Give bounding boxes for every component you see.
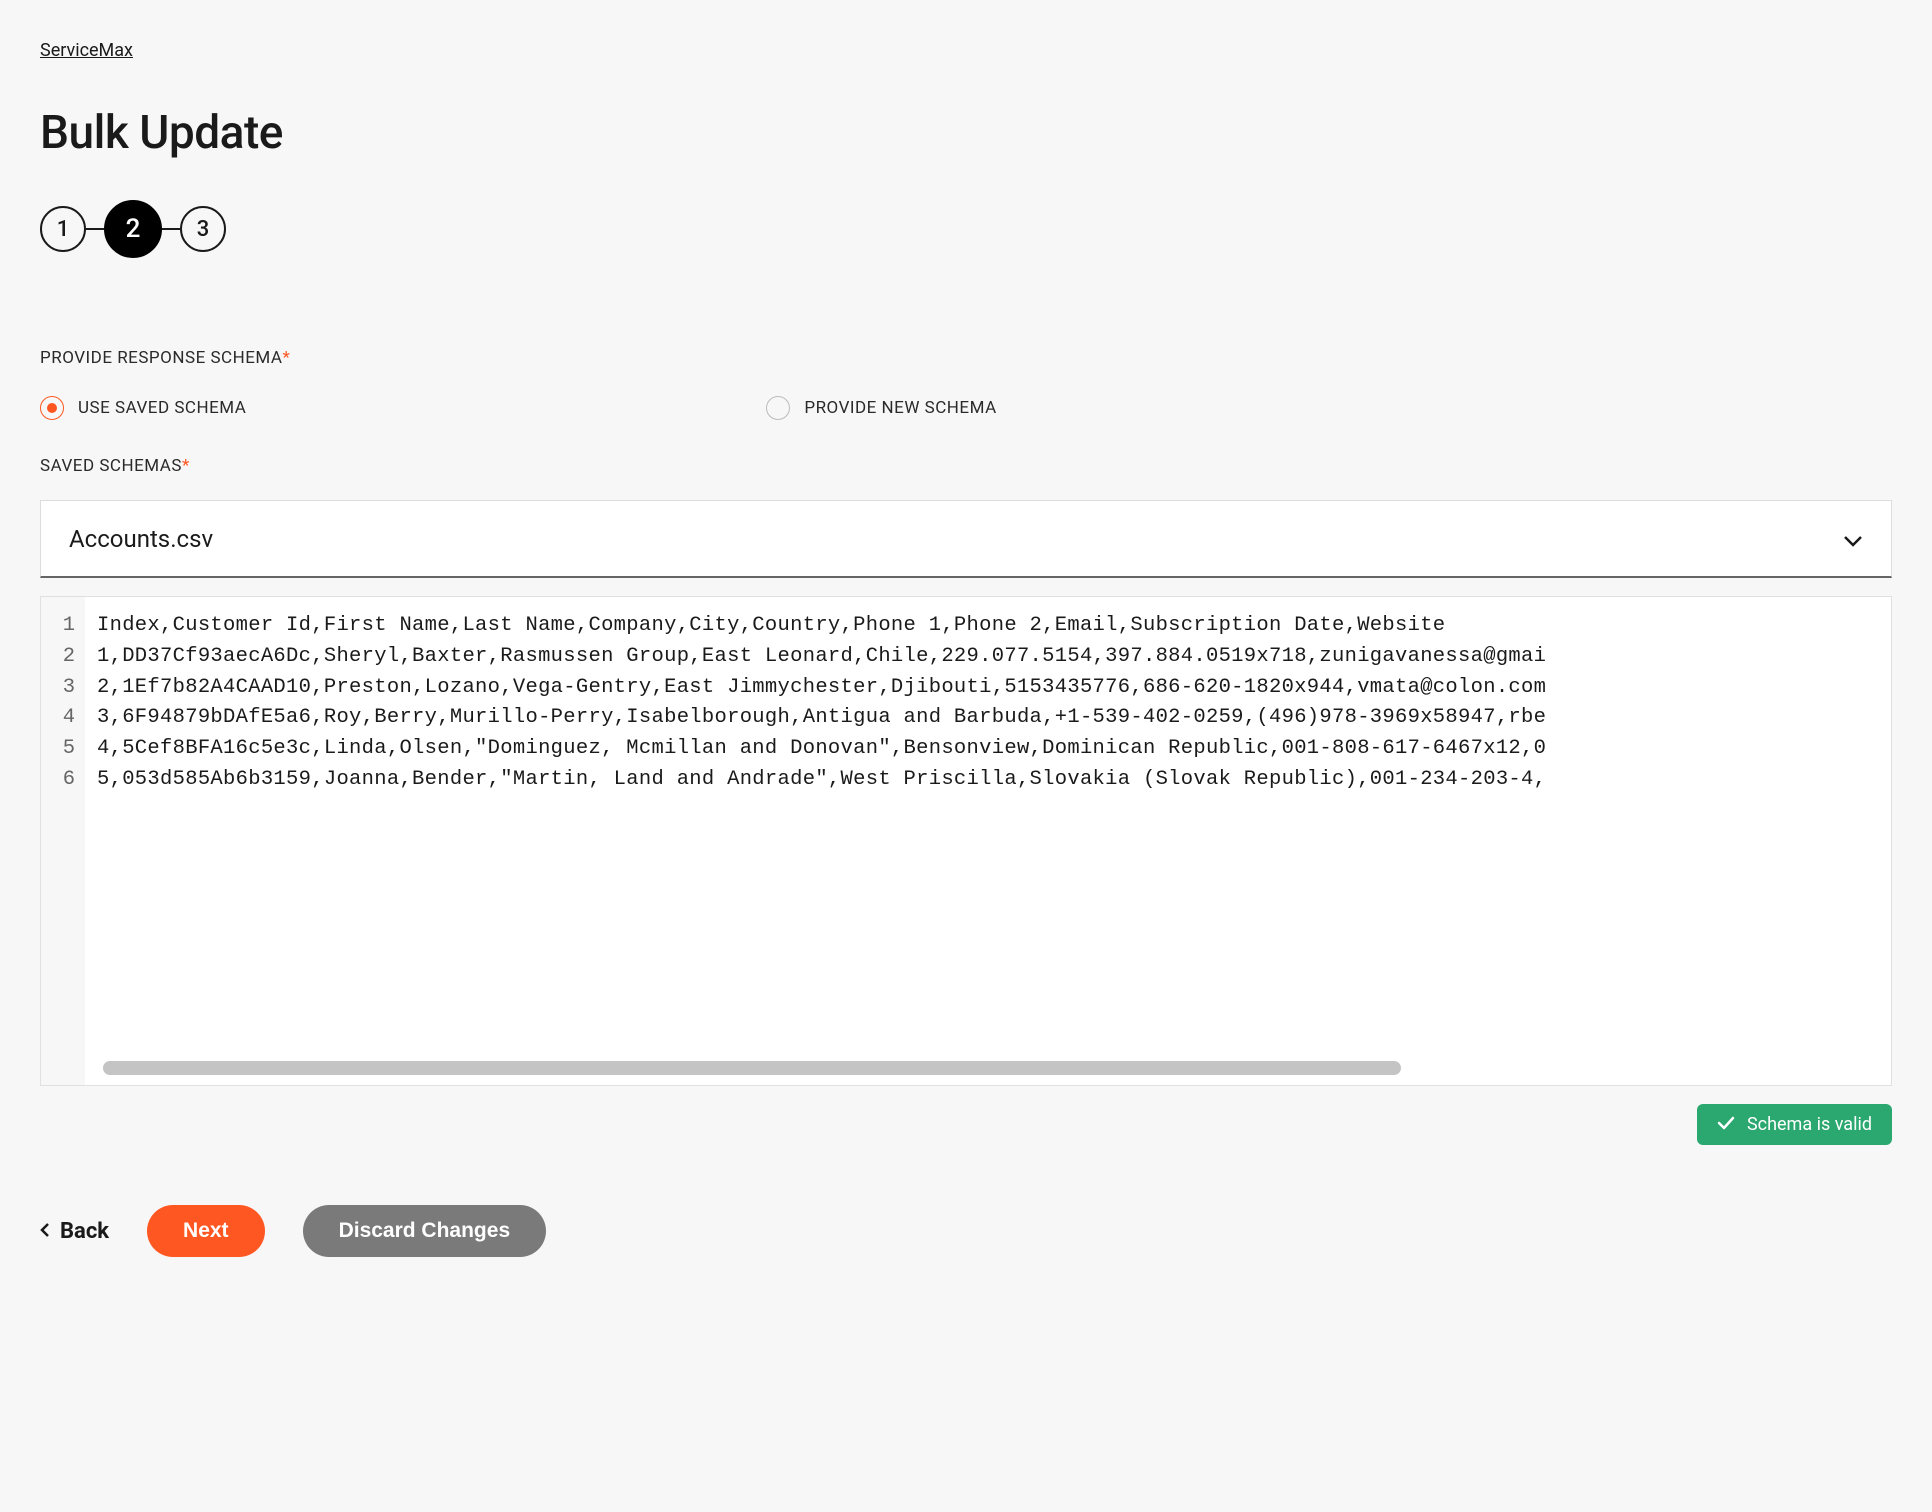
page-title: Bulk Update bbox=[40, 106, 1892, 160]
arrow-left-icon bbox=[40, 1219, 50, 1244]
line-number: 5 bbox=[59, 734, 75, 765]
check-icon bbox=[1717, 1114, 1735, 1135]
step-2[interactable]: 2 bbox=[104, 200, 162, 258]
schema-radio-group: USE SAVED SCHEMA PROVIDE NEW SCHEMA bbox=[40, 396, 1892, 420]
line-number: 3 bbox=[59, 673, 75, 704]
line-number: 6 bbox=[59, 765, 75, 796]
line-number: 4 bbox=[59, 703, 75, 734]
breadcrumb-link[interactable]: ServiceMax bbox=[40, 40, 133, 61]
back-button[interactable]: Back bbox=[40, 1219, 109, 1244]
stepper: 1 2 3 bbox=[40, 200, 1892, 258]
saved-schema-select[interactable]: Accounts.csv bbox=[40, 500, 1892, 578]
radio-provide-new-schema[interactable]: PROVIDE NEW SCHEMA bbox=[766, 396, 996, 420]
discard-changes-button[interactable]: Discard Changes bbox=[303, 1205, 547, 1257]
scrollbar-thumb[interactable] bbox=[103, 1061, 1401, 1075]
radio-icon bbox=[40, 396, 64, 420]
code-content[interactable]: Index,Customer Id,First Name,Last Name,C… bbox=[85, 597, 1891, 1085]
radio-label: USE SAVED SCHEMA bbox=[78, 398, 246, 418]
required-asterisk: * bbox=[182, 456, 190, 476]
line-numbers-gutter: 1 2 3 4 5 6 bbox=[41, 597, 85, 1085]
saved-schema-select-wrapper: Accounts.csv bbox=[40, 500, 1892, 578]
step-connector bbox=[86, 228, 104, 230]
validation-badge: Schema is valid bbox=[1697, 1104, 1892, 1145]
horizontal-scrollbar[interactable] bbox=[103, 1061, 1881, 1075]
footer-buttons: Back Next Discard Changes bbox=[40, 1205, 1892, 1257]
code-editor[interactable]: 1 2 3 4 5 6 Index,Customer Id,First Name… bbox=[40, 596, 1892, 1086]
radio-use-saved-schema[interactable]: USE SAVED SCHEMA bbox=[40, 396, 246, 420]
schema-section-label: PROVIDE RESPONSE SCHEMA* bbox=[40, 348, 1892, 368]
step-connector bbox=[162, 228, 180, 230]
line-number: 2 bbox=[59, 642, 75, 673]
step-3[interactable]: 3 bbox=[180, 206, 226, 252]
select-value: Accounts.csv bbox=[69, 525, 213, 553]
back-label: Back bbox=[60, 1219, 109, 1244]
radio-icon bbox=[766, 396, 790, 420]
saved-schemas-label: SAVED SCHEMAS* bbox=[40, 456, 1892, 476]
chevron-down-icon bbox=[1843, 525, 1863, 553]
next-button[interactable]: Next bbox=[147, 1205, 265, 1257]
required-asterisk: * bbox=[282, 348, 290, 368]
line-number: 1 bbox=[59, 611, 75, 642]
step-1[interactable]: 1 bbox=[40, 206, 86, 252]
radio-label: PROVIDE NEW SCHEMA bbox=[804, 398, 996, 418]
validation-message: Schema is valid bbox=[1747, 1114, 1872, 1135]
